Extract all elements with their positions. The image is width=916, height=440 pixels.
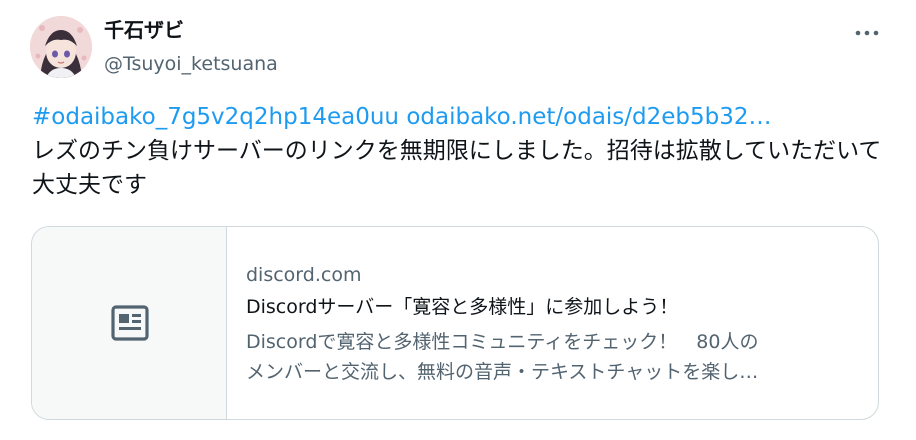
more-options-button[interactable] [850,20,884,46]
card-domain: discord.com [246,264,362,286]
card-body: discord.com Discordサーバー「寛容と多様性」に参加しよう！ D… [246,261,861,387]
user-handle[interactable]: @Tsuyoi_ketsuana [104,51,278,77]
tweet: 千石ザビ @Tsuyoi_ketsuana #odaibako_7g5v2q2h… [0,0,916,440]
avatar-image [30,16,92,78]
card-title: Discordサーバー「寛容と多様性」に参加しよう！ [246,296,679,318]
article-icon [111,305,149,341]
card-description-line: メンバーと交流し、無料の音声・テキストチャットを楽し… [246,361,759,383]
tweet-body: レズのチン負けサーバーのリンクを無期限にしました。招待は拡散していただいて大丈夫… [32,138,882,198]
more-horizontal-icon [855,30,879,36]
card-thumbnail [32,227,227,419]
avatar[interactable] [30,16,92,78]
hashtag-link[interactable]: #odaibako_7g5v2q2hp14ea0uu [32,104,399,130]
card-description: Discordで寛容と多様性コミュニティをチェック！ 80人の メンバーと交流し… [246,327,861,387]
link-preview-card[interactable]: discord.com Discordサーバー「寛容と多様性」に参加しよう！ D… [31,226,879,420]
url-link[interactable]: odaibako.net/odais/d2eb5b32… [406,104,771,130]
tweet-text: #odaibako_7g5v2q2hp14ea0uu odaibako.net/… [32,100,882,202]
display-name[interactable]: 千石ザビ [104,17,184,43]
tweet-links: #odaibako_7g5v2q2hp14ea0uu odaibako.net/… [32,100,882,134]
card-description-line: Discordで寛容と多様性コミュニティをチェック！ 80人の [246,331,759,353]
